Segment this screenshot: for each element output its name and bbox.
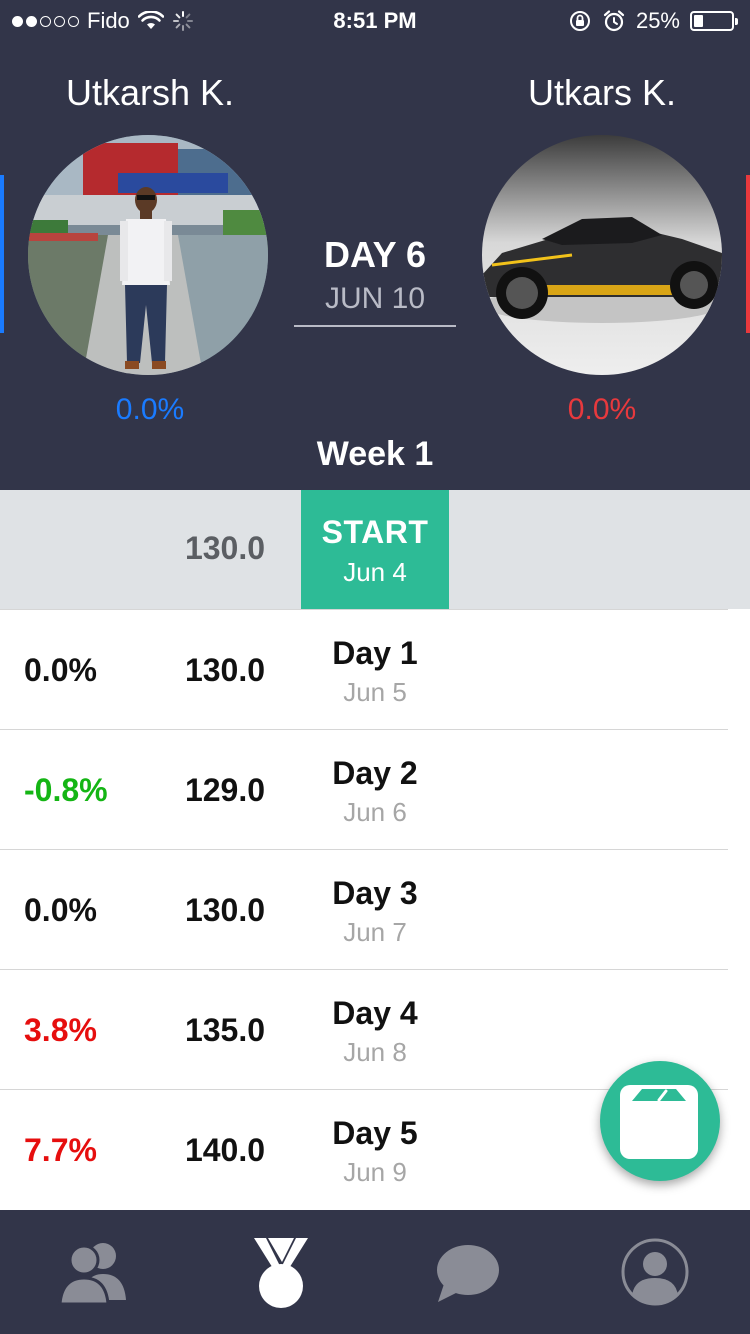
day-change: 3.8%	[24, 1012, 97, 1048]
scale-icon	[620, 1085, 698, 1159]
right-competitor-indicator	[746, 175, 750, 333]
day-weight: 130.0	[184, 652, 266, 688]
battery-percent: 25%	[635, 8, 680, 33]
day-date: Jun 8	[343, 1037, 407, 1067]
left-competitor-percent: 0.0%	[115, 393, 185, 426]
status-bar: Fido 8:51 PM 25%	[0, 0, 750, 40]
day-weight: 129.0	[184, 772, 266, 808]
day-weight: 130.0	[184, 892, 266, 928]
start-weight: 130.0	[184, 530, 266, 566]
battery-icon	[690, 11, 738, 31]
right-competitor-name: Utkars K.	[527, 72, 677, 113]
log-weight-button[interactable]	[600, 1061, 720, 1181]
day-label: Day 3	[332, 875, 418, 911]
day-label: Day 5	[332, 1115, 418, 1151]
left-competitor-avatar[interactable]	[28, 135, 268, 375]
left-competitor-name: Utkarsh K.	[65, 72, 235, 113]
status-right: 25%	[568, 8, 738, 34]
current-day-date[interactable]: JUN 10	[295, 282, 455, 316]
rotation-lock-icon	[569, 11, 590, 31]
start-badge: START Jun 4	[301, 490, 449, 609]
alarm-icon	[603, 10, 625, 32]
current-day-title: DAY 6	[323, 234, 427, 275]
start-date: Jun 4	[343, 557, 407, 587]
right-competitor-avatar[interactable]	[482, 135, 722, 375]
start-row: 130.0 START Jun 4	[0, 490, 750, 609]
day-change: 7.7%	[24, 1132, 97, 1168]
day-change: 0.0%	[24, 892, 97, 928]
medal-icon[interactable]	[236, 1234, 326, 1314]
competition-header: Fido 8:51 PM 25% Utkarsh K. Utkars K. 0.…	[0, 0, 750, 490]
day-change: 0.0%	[24, 652, 97, 688]
day-row[interactable]: 0.0% 130.0 Day 1 Jun 5	[0, 609, 750, 729]
start-label: START	[321, 514, 429, 550]
day-weight: 140.0	[184, 1132, 266, 1168]
day-date: Jun 5	[343, 677, 407, 707]
day-label: Day 4	[332, 995, 418, 1031]
day-date: Jun 7	[343, 917, 407, 947]
current-day-underline	[294, 325, 456, 327]
day-date: Jun 9	[343, 1157, 407, 1187]
day-row[interactable]: 0.0% 130.0 Day 3 Jun 7	[0, 849, 750, 969]
left-competitor-indicator	[0, 175, 4, 333]
right-competitor-percent: 0.0%	[567, 393, 637, 426]
day-change: -0.8%	[24, 772, 108, 808]
day-label: Day 1	[332, 635, 418, 671]
friends-icon[interactable]	[48, 1234, 138, 1314]
day-weight: 135.0	[184, 1012, 266, 1048]
bottom-nav	[0, 1210, 750, 1334]
chat-bubble-icon[interactable]	[424, 1234, 514, 1314]
day-date: Jun 6	[343, 797, 407, 827]
day-row[interactable]: -0.8% 129.0 Day 2 Jun 6	[0, 729, 750, 849]
day-label: Day 2	[332, 755, 418, 791]
week-label: Week 1	[316, 435, 434, 473]
profile-icon[interactable]	[610, 1234, 700, 1314]
